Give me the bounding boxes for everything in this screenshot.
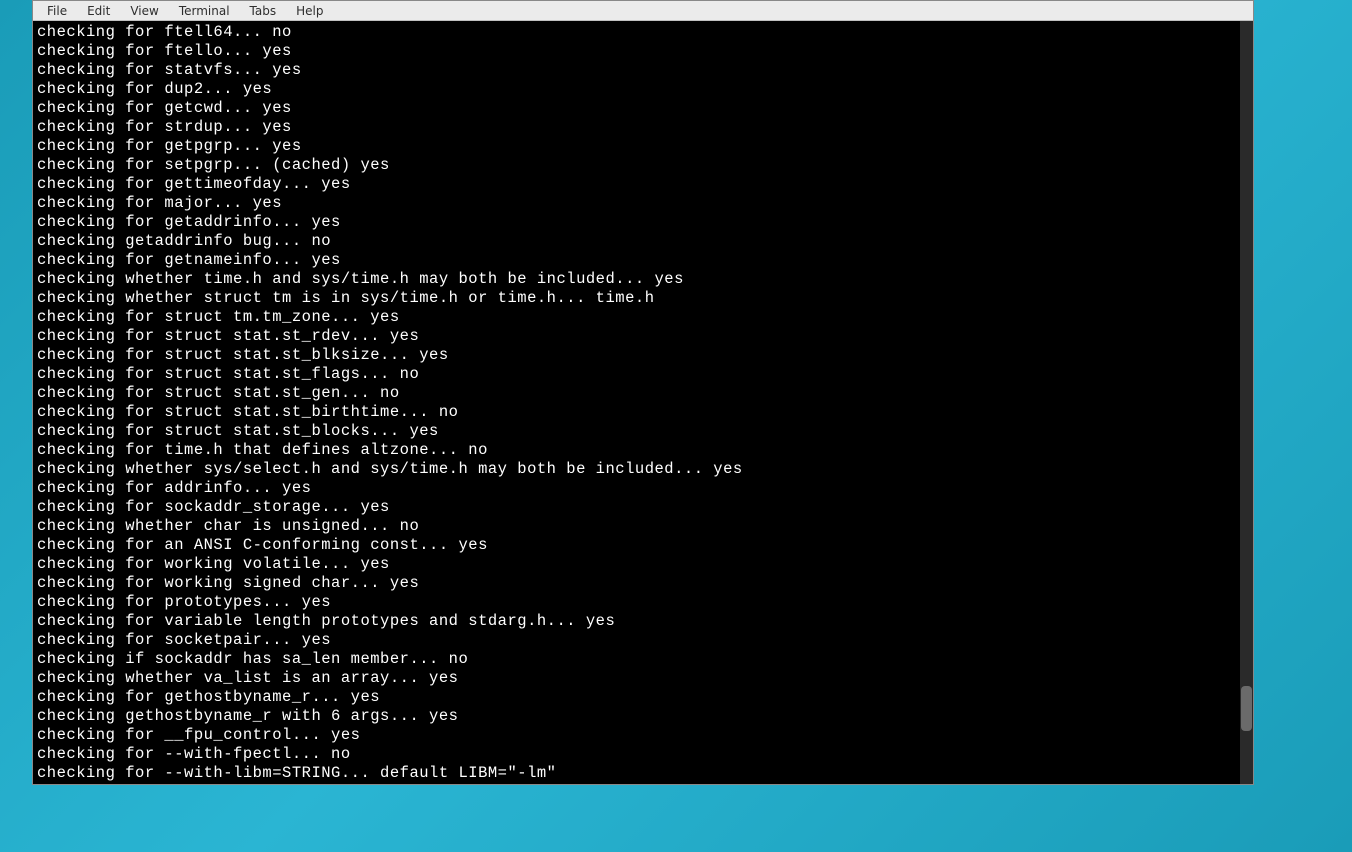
menu-file[interactable]: File <box>37 2 77 20</box>
menu-edit[interactable]: Edit <box>77 2 120 20</box>
terminal-body[interactable]: checking for ftell64... no checking for … <box>33 21 1253 784</box>
terminal-window: File Edit View Terminal Tabs Help checki… <box>32 0 1254 785</box>
scrollbar-thumb[interactable] <box>1241 686 1252 731</box>
terminal-output: checking for ftell64... no checking for … <box>33 21 1253 784</box>
menu-view[interactable]: View <box>120 2 168 20</box>
menu-tabs[interactable]: Tabs <box>240 2 287 20</box>
menubar: File Edit View Terminal Tabs Help <box>33 1 1253 21</box>
scrollbar[interactable] <box>1240 21 1253 784</box>
menu-help[interactable]: Help <box>286 2 333 20</box>
menu-terminal[interactable]: Terminal <box>169 2 240 20</box>
